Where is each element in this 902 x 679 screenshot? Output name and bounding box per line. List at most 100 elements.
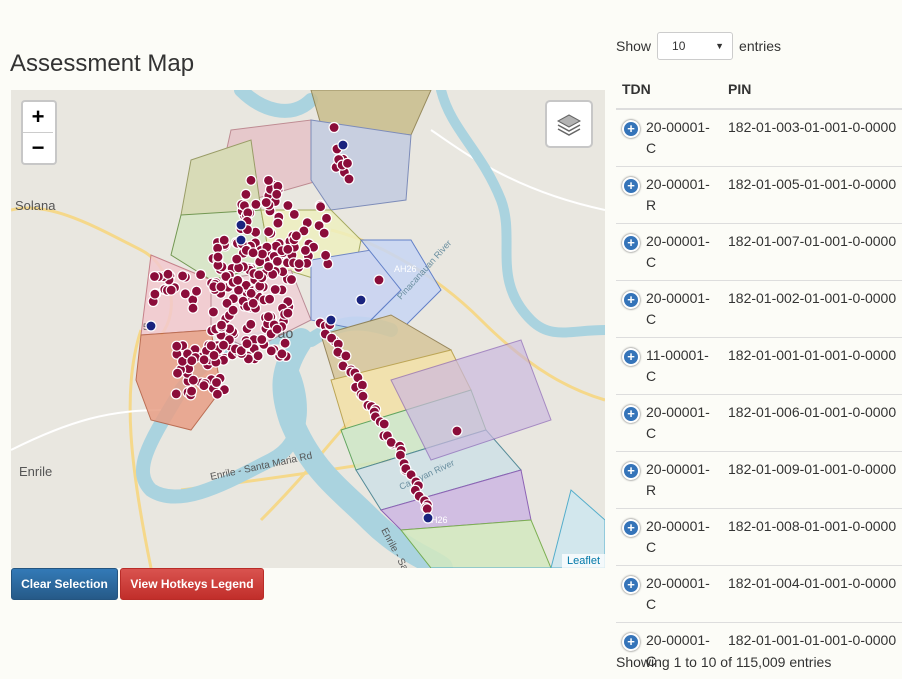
property-marker[interactable] <box>300 245 310 255</box>
property-marker[interactable] <box>209 350 219 360</box>
expand-row-icon[interactable]: + <box>622 291 640 309</box>
property-marker[interactable] <box>329 123 339 133</box>
property-marker[interactable] <box>173 368 183 378</box>
expand-row-icon[interactable]: + <box>622 576 640 594</box>
property-marker[interactable] <box>273 218 283 228</box>
property-marker[interactable] <box>236 235 246 245</box>
property-marker[interactable] <box>248 248 258 258</box>
property-marker[interactable] <box>266 346 276 356</box>
property-marker[interactable] <box>257 249 267 259</box>
property-marker[interactable] <box>356 295 366 305</box>
assessment-map[interactable]: Solana Enrile rao AH26 AH26 51 Enrile - … <box>11 90 605 568</box>
entries-length-select[interactable]: 10 ▼ <box>657 32 733 60</box>
property-marker[interactable] <box>341 351 351 361</box>
table-row[interactable]: +11-00001-C182-01-001-01-001-0-0000 <box>616 338 902 395</box>
property-marker[interactable] <box>254 270 264 280</box>
property-marker[interactable] <box>283 244 293 254</box>
property-marker[interactable] <box>280 338 290 348</box>
expand-row-icon[interactable]: + <box>622 405 640 423</box>
property-marker[interactable] <box>199 355 209 365</box>
property-marker[interactable] <box>242 339 252 349</box>
property-marker[interactable] <box>199 381 209 391</box>
clear-selection-button[interactable]: Clear Selection <box>11 568 118 600</box>
property-marker[interactable] <box>322 213 332 223</box>
property-marker[interactable] <box>178 271 188 281</box>
property-marker[interactable] <box>277 349 287 359</box>
table-row[interactable]: +20-00001-R182-01-009-01-001-0-0000 <box>616 452 902 509</box>
property-marker[interactable] <box>272 324 282 334</box>
property-marker[interactable] <box>241 189 251 199</box>
property-marker[interactable] <box>452 426 462 436</box>
property-marker[interactable] <box>357 380 367 390</box>
expand-row-icon[interactable]: + <box>622 348 640 366</box>
property-marker[interactable] <box>289 209 299 219</box>
property-marker[interactable] <box>150 272 160 282</box>
property-marker[interactable] <box>358 391 368 401</box>
table-row[interactable]: +20-00001-C182-01-003-01-001-0-0000 <box>616 109 902 167</box>
property-marker[interactable] <box>208 307 218 317</box>
map-base-layer[interactable]: Solana Enrile rao AH26 AH26 51 Enrile - … <box>11 90 605 568</box>
property-marker[interactable] <box>172 341 182 351</box>
property-marker[interactable] <box>283 308 293 318</box>
property-marker[interactable] <box>216 282 226 292</box>
property-marker[interactable] <box>212 389 222 399</box>
property-marker[interactable] <box>248 298 258 308</box>
expand-row-icon[interactable]: + <box>622 462 640 480</box>
property-marker[interactable] <box>257 335 267 345</box>
property-marker[interactable] <box>264 262 274 272</box>
property-marker[interactable] <box>316 202 326 212</box>
property-marker[interactable] <box>236 220 246 230</box>
property-marker[interactable] <box>219 340 229 350</box>
property-marker[interactable] <box>253 351 263 361</box>
property-marker[interactable] <box>422 504 432 514</box>
property-marker[interactable] <box>163 269 173 279</box>
table-row[interactable]: +20-00001-C182-01-002-01-001-0-0000 <box>616 281 902 338</box>
property-marker[interactable] <box>264 175 274 185</box>
property-marker[interactable] <box>187 356 197 366</box>
property-marker[interactable] <box>338 140 348 150</box>
expand-row-icon[interactable]: + <box>622 234 640 252</box>
table-row[interactable]: +20-00001-R182-01-005-01-001-0-0000 <box>616 167 902 224</box>
expand-row-icon[interactable]: + <box>622 177 640 195</box>
property-marker[interactable] <box>294 259 304 269</box>
property-marker[interactable] <box>272 189 282 199</box>
expand-row-icon[interactable]: + <box>622 519 640 537</box>
property-marker[interactable] <box>326 315 336 325</box>
property-marker[interactable] <box>206 341 216 351</box>
property-marker[interactable] <box>166 285 176 295</box>
property-marker[interactable] <box>146 321 156 331</box>
property-marker[interactable] <box>319 228 329 238</box>
property-marker[interactable] <box>188 375 198 385</box>
property-marker[interactable] <box>246 175 256 185</box>
property-marker[interactable] <box>188 303 198 313</box>
column-header-pin[interactable]: PIN <box>722 76 902 109</box>
property-marker[interactable] <box>232 254 242 264</box>
expand-row-icon[interactable]: + <box>622 120 640 138</box>
property-marker[interactable] <box>171 389 181 399</box>
property-marker[interactable] <box>228 305 238 315</box>
property-marker[interactable] <box>246 319 256 329</box>
property-marker[interactable] <box>344 174 354 184</box>
property-marker[interactable] <box>180 289 190 299</box>
property-marker[interactable] <box>192 286 202 296</box>
property-marker[interactable] <box>270 285 280 295</box>
property-marker[interactable] <box>233 275 243 285</box>
table-row[interactable]: +20-00001-C182-01-006-01-001-0-0000 <box>616 395 902 452</box>
expand-row-icon[interactable]: + <box>622 633 640 651</box>
property-marker[interactable] <box>321 250 331 260</box>
property-marker[interactable] <box>265 294 275 304</box>
property-marker[interactable] <box>212 378 222 388</box>
table-row[interactable]: +20-00001-C182-01-008-01-001-0-0000 <box>616 509 902 566</box>
property-marker[interactable] <box>264 227 274 237</box>
property-marker[interactable] <box>196 270 206 280</box>
table-row[interactable]: +20-00001-C182-01-007-01-001-0-0000 <box>616 224 902 281</box>
property-marker[interactable] <box>287 275 297 285</box>
property-marker[interactable] <box>291 231 301 241</box>
property-marker[interactable] <box>213 252 223 262</box>
view-hotkeys-legend-button[interactable]: View Hotkeys Legend <box>120 568 264 600</box>
zoom-in-button[interactable]: + <box>23 102 53 132</box>
table-row[interactable]: +20-00001-C182-01-001-01-001-0-0000 <box>616 623 902 679</box>
property-marker[interactable] <box>423 513 433 523</box>
property-marker[interactable] <box>187 386 197 396</box>
leaflet-attribution-link[interactable]: Leaflet <box>562 554 605 568</box>
